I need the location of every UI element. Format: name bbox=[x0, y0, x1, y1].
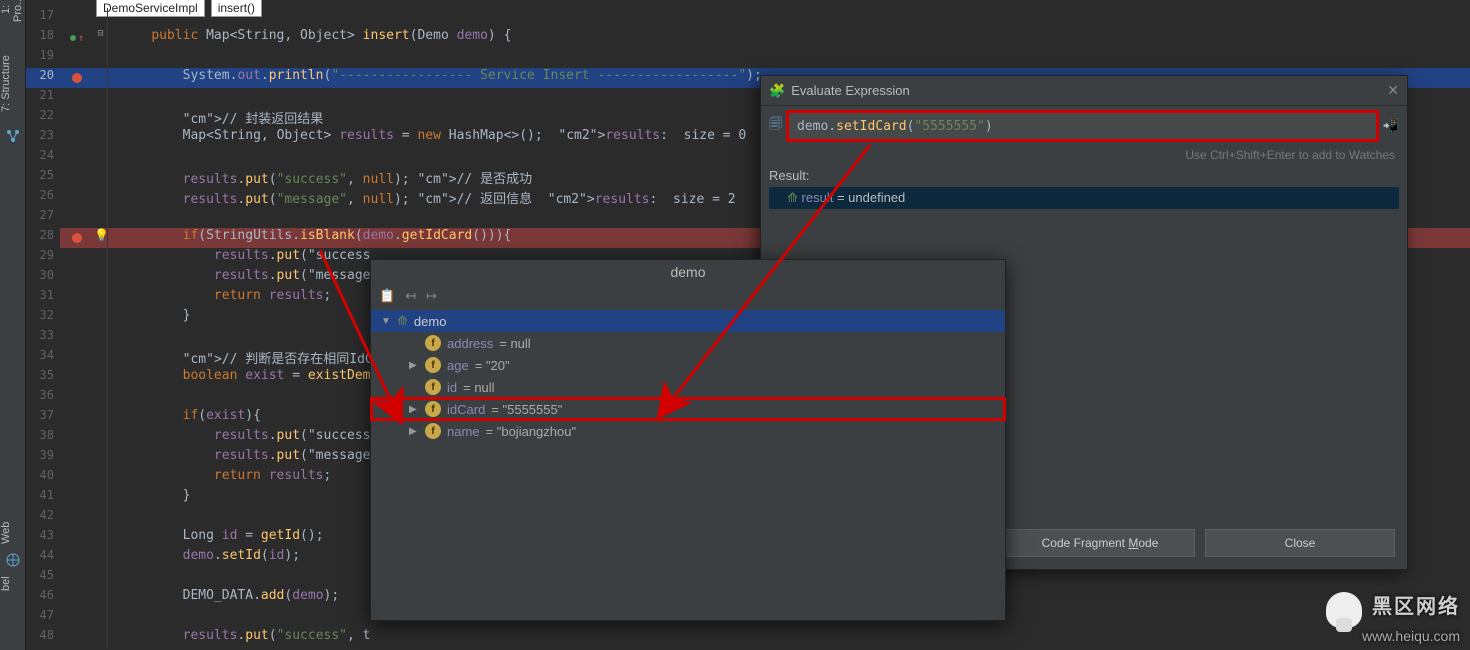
code-line[interactable]: 48 results.put("success", t bbox=[26, 628, 1470, 648]
web-icon bbox=[5, 552, 21, 568]
field-icon: f bbox=[425, 423, 441, 439]
app-icon: 🧩 bbox=[769, 83, 785, 99]
inspect-toolbar-copy-icon[interactable]: 📋 bbox=[379, 288, 395, 304]
expression-expand-icon[interactable]: 📲 bbox=[1383, 119, 1399, 134]
close-button[interactable]: Close bbox=[1205, 529, 1395, 557]
watermark: 黑区网络 www.heiqu.com bbox=[1326, 590, 1460, 644]
inspect-title: demo bbox=[371, 260, 1005, 286]
structure-tab[interactable]: 7: Structure bbox=[0, 44, 12, 124]
tree-field-address[interactable]: f address = null bbox=[371, 332, 1005, 354]
field-icon: f bbox=[425, 335, 441, 351]
tree-field-id[interactable]: f id = null bbox=[371, 376, 1005, 398]
dialog-title: Evaluate Expression bbox=[791, 83, 910, 98]
tree-root[interactable]: ▼⟰ demo bbox=[371, 310, 1005, 332]
expression-input[interactable]: demo.setIdCard("5555555") bbox=[788, 112, 1377, 140]
inspect-forward-icon[interactable]: ↦ bbox=[426, 288, 437, 304]
web-tab[interactable]: Web bbox=[0, 518, 12, 548]
field-icon: f bbox=[425, 357, 441, 373]
close-icon[interactable]: ✕ bbox=[1387, 82, 1399, 99]
history-icon[interactable]: 🗐 bbox=[769, 115, 782, 137]
breakpoint-icon[interactable] bbox=[72, 233, 82, 243]
structure-icon bbox=[5, 128, 21, 144]
left-toolbar: 1: Pro... 7: Structure Web bel bbox=[0, 0, 26, 650]
field-icon: f bbox=[425, 401, 441, 417]
inspect-back-icon[interactable]: ↤ bbox=[405, 288, 416, 304]
code-line[interactable]: 18↑⊟ public Map<String, Object> insert(D… bbox=[26, 28, 1470, 48]
code-line[interactable]: 19 bbox=[26, 48, 1470, 68]
bel-tab[interactable]: bel bbox=[0, 572, 12, 596]
tree-field-name[interactable]: ▶f name = "bojiangzhou" bbox=[371, 420, 1005, 442]
tree-field-age[interactable]: ▶f age = "20" bbox=[371, 354, 1005, 376]
field-icon: f bbox=[425, 379, 441, 395]
project-tab[interactable]: 1: Pro... bbox=[0, 0, 24, 24]
breakpoint-icon[interactable] bbox=[72, 73, 82, 83]
intention-bulb-icon[interactable]: 💡 bbox=[94, 228, 109, 242]
tree-field-idCard[interactable]: ▶f idCard = "5555555" bbox=[371, 398, 1005, 420]
override-icon[interactable] bbox=[70, 35, 76, 41]
watermark-logo-icon bbox=[1326, 592, 1362, 628]
result-label: Result: bbox=[769, 168, 1399, 183]
code-fragment-mode-button[interactable]: Code Fragment Mode bbox=[1005, 529, 1195, 557]
result-row[interactable]: ⟰ result = undefined bbox=[769, 187, 1399, 209]
watches-hint: Use Ctrl+Shift+Enter to add to Watches bbox=[761, 146, 1407, 168]
variable-inspect-popup[interactable]: demo 📋 ↤ ↦ ▼⟰ demof address = null▶f age… bbox=[370, 259, 1006, 621]
code-line[interactable]: 17 bbox=[26, 8, 1470, 28]
